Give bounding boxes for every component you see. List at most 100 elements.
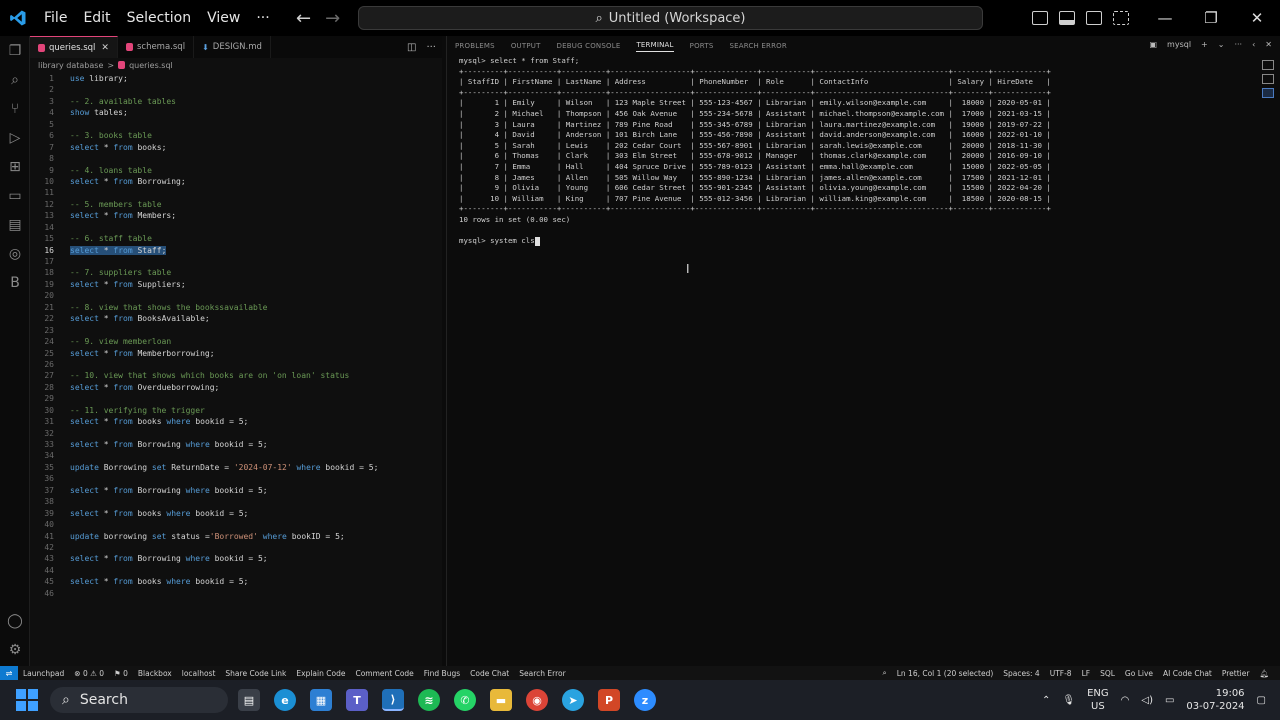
code-line[interactable]: 2 xyxy=(30,84,442,95)
edge-browser-icon[interactable]: e xyxy=(274,689,296,711)
chevron-left-icon[interactable]: ‹ xyxy=(1252,40,1255,49)
code-line[interactable]: 15 -- 6. staff table xyxy=(30,233,442,244)
code-line[interactable]: 21 -- 8. view that shows the bookssavaila… xyxy=(30,302,442,313)
terminal-instance-icon[interactable] xyxy=(1262,74,1274,84)
account-icon[interactable]: ◯ xyxy=(0,606,30,635)
vscode-taskbar-icon[interactable]: ⟩ xyxy=(382,689,404,711)
tab-design-md[interactable]: ⬇ DESIGN.md xyxy=(194,36,271,58)
more-actions-icon[interactable]: ··· xyxy=(1234,40,1242,49)
tab-ports[interactable]: PORTS xyxy=(690,42,714,50)
code-line[interactable]: 13 select * from Members; xyxy=(30,210,442,221)
notifications-bell-icon[interactable]: 🔔︎ xyxy=(1254,669,1274,678)
blackbox-icon[interactable]: B xyxy=(0,268,30,297)
code-line[interactable]: 40 xyxy=(30,519,442,530)
microphone-icon[interactable]: 🎙︎ xyxy=(1062,695,1075,706)
toggle-panel-icon[interactable] xyxy=(1059,11,1075,25)
status-encoding[interactable]: UTF-8 xyxy=(1045,669,1077,678)
code-line[interactable]: 39 select * from books where bookid = 5; xyxy=(30,508,442,519)
code-line[interactable]: 20 xyxy=(30,290,442,301)
code-line[interactable]: 23 xyxy=(30,325,442,336)
run-debug-icon[interactable]: ▷ xyxy=(0,123,30,152)
new-terminal-icon[interactable]: + xyxy=(1201,40,1208,49)
status-indentation[interactable]: Spaces: 4 xyxy=(998,669,1044,678)
code-line[interactable]: 34 xyxy=(30,450,442,461)
code-line[interactable]: 36 xyxy=(30,473,442,484)
code-line[interactable]: 28 select * from Overdueborrowing; xyxy=(30,382,442,393)
command-center-search[interactable]: ⌕ Untitled (Workspace) xyxy=(358,6,983,30)
chrome-icon[interactable]: ◉ xyxy=(526,689,548,711)
close-button[interactable]: ✕ xyxy=(1234,9,1280,27)
code-line[interactable]: 38 xyxy=(30,496,442,507)
status-explain-code[interactable]: Explain Code xyxy=(291,669,350,678)
code-line[interactable]: 32 xyxy=(30,428,442,439)
status-problems[interactable]: ⊗ 0 ⚠ 0 xyxy=(69,669,109,678)
tab-queries-sql[interactable]: queries.sql ✕ xyxy=(30,36,118,58)
code-line[interactable]: 8 xyxy=(30,153,442,164)
breadcrumb-folder[interactable]: library database xyxy=(38,61,103,70)
code-line[interactable]: 29 xyxy=(30,393,442,404)
extensions-icon[interactable]: ⊞ xyxy=(0,152,30,181)
forward-arrow-icon[interactable]: → xyxy=(325,8,340,29)
tab-debug-console[interactable]: DEBUG CONSOLE xyxy=(557,42,621,50)
code-line[interactable]: 33 select * from Borrowing where bookid =… xyxy=(30,439,442,450)
tab-output[interactable]: OUTPUT xyxy=(511,42,541,50)
status-launchpad[interactable]: Launchpad xyxy=(18,669,69,678)
toggle-sidebar-icon[interactable] xyxy=(1032,11,1048,25)
status-language[interactable]: SQL xyxy=(1095,669,1120,678)
battery-icon[interactable]: ▭ xyxy=(1165,695,1174,706)
volume-icon[interactable]: ◁) xyxy=(1141,695,1153,706)
code-line[interactable]: 9 -- 4. loans table xyxy=(30,165,442,176)
file-explorer-icon[interactable]: ▬ xyxy=(490,689,512,711)
tab-problems[interactable]: PROBLEMS xyxy=(455,42,495,50)
status-code-chat[interactable]: Code Chat xyxy=(465,669,514,678)
terminal-output[interactable]: mysql> select * from Staff; +---------+-… xyxy=(459,56,1051,247)
explorer-icon[interactable]: ❐ xyxy=(0,36,30,65)
code-line[interactable]: 31 select * from books where bookid = 5; xyxy=(30,416,442,427)
code-line[interactable]: 1 use library; xyxy=(30,73,442,84)
code-line[interactable]: 42 xyxy=(30,542,442,553)
customize-layout-icon[interactable] xyxy=(1113,11,1129,25)
status-go-live[interactable]: Go Live xyxy=(1120,669,1158,678)
code-line[interactable]: 44 xyxy=(30,565,442,576)
code-line[interactable]: 24 -- 9. view memberloan xyxy=(30,336,442,347)
code-line[interactable]: 4 show tables; xyxy=(30,107,442,118)
close-panel-icon[interactable]: ✕ xyxy=(1265,40,1272,49)
code-line[interactable]: 19 select * from Suppliers; xyxy=(30,279,442,290)
code-line[interactable]: 10 select * from Borrowing; xyxy=(30,176,442,187)
code-line[interactable]: 7 select * from books; xyxy=(30,142,442,153)
code-line[interactable]: 11 xyxy=(30,187,442,198)
zoom-icon[interactable]: ⌕ xyxy=(878,668,892,678)
source-control-icon[interactable]: ⑂ xyxy=(0,94,30,123)
code-line[interactable]: 41 update borrowing set status ='Borrowed… xyxy=(30,531,442,542)
code-line[interactable]: 6 -- 3. books table xyxy=(30,130,442,141)
powerpoint-icon[interactable]: P xyxy=(598,689,620,711)
code-line[interactable]: 27 -- 10. view that shows which books are… xyxy=(30,370,442,381)
menu-edit[interactable]: Edit xyxy=(75,0,118,36)
code-line[interactable]: 46 xyxy=(30,588,442,599)
code-area[interactable]: 1 use library; 2 3 -- 2. available tables 4 sh… xyxy=(30,72,442,599)
taskbar-search[interactable]: ⌕ Search xyxy=(50,687,228,713)
menu-file[interactable]: File xyxy=(36,0,75,36)
terminal-name[interactable]: mysql xyxy=(1167,40,1191,49)
menu-view[interactable]: View xyxy=(199,0,248,36)
status-blackbox[interactable]: Blackbox xyxy=(133,669,177,678)
microsoft-store-icon[interactable]: ▦ xyxy=(310,689,332,711)
status-share-code-link[interactable]: Share Code Link xyxy=(220,669,291,678)
database-icon[interactable]: ▤ xyxy=(0,210,30,239)
windows-start-icon[interactable] xyxy=(16,689,38,711)
tab-search-error[interactable]: SEARCH ERROR xyxy=(729,42,786,50)
status-ai-code-chat[interactable]: AI Code Chat xyxy=(1158,669,1217,678)
telegram-icon[interactable]: ➤ xyxy=(562,689,584,711)
chevron-up-icon[interactable]: ⌃ xyxy=(1042,695,1050,706)
code-line[interactable]: 18 -- 7. suppliers table xyxy=(30,267,442,278)
code-line[interactable]: 35 update Borrowing set ReturnDate = '202… xyxy=(30,462,442,473)
menu-selection[interactable]: Selection xyxy=(119,0,200,36)
code-line[interactable]: 43 select * from Borrowing where bookid =… xyxy=(30,553,442,564)
breadcrumb-file[interactable]: queries.sql xyxy=(129,61,173,70)
status-comment-code[interactable]: Comment Code xyxy=(350,669,418,678)
terminal-instance-icon[interactable] xyxy=(1262,60,1274,70)
zoom-icon[interactable]: z xyxy=(634,689,656,711)
status-eol[interactable]: LF xyxy=(1077,669,1096,678)
code-line[interactable]: 12 -- 5. members table xyxy=(30,199,442,210)
wifi-icon[interactable]: ◠ xyxy=(1121,695,1130,706)
